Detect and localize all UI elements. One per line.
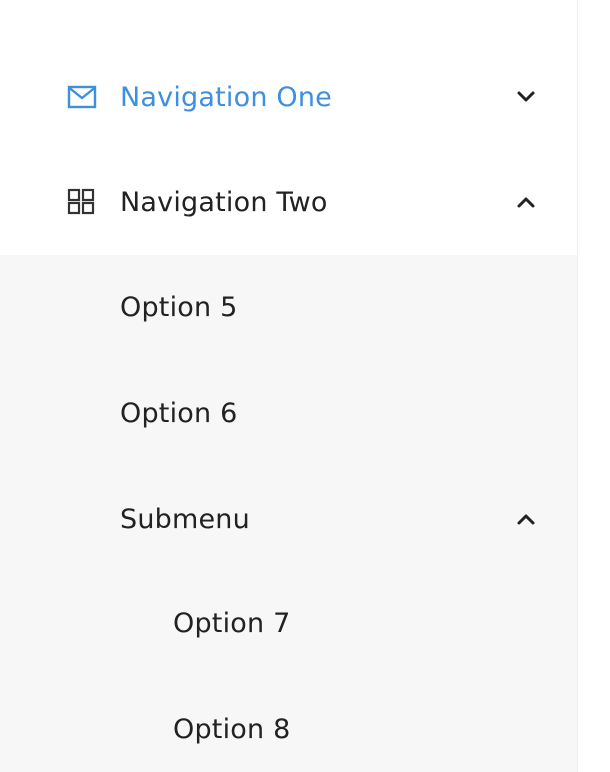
navigation-two-label: Navigation Two (120, 186, 328, 218)
option-5-label: Option 5 (120, 291, 238, 323)
option-6-label: Option 6 (120, 397, 238, 429)
appstore-icon (66, 186, 98, 218)
option-7-label: Option 7 (173, 607, 291, 639)
menu-item-option-6[interactable]: Option 6 (0, 373, 577, 453)
side-menu: Navigation One Navigation Two Option 5 O… (0, 0, 578, 772)
chevron-up-icon[interactable] (514, 507, 538, 531)
navigation-one-label: Navigation One (120, 81, 332, 113)
submenu-label: Submenu (120, 503, 250, 535)
mail-icon (66, 81, 98, 113)
chevron-down-icon[interactable] (514, 85, 538, 109)
menu-item-option-5[interactable]: Option 5 (0, 267, 577, 347)
menu-item-option-8[interactable]: Option 8 (0, 689, 577, 769)
menu-item-submenu[interactable]: Submenu (0, 479, 577, 559)
chevron-up-icon[interactable] (514, 190, 538, 214)
menu-item-navigation-one[interactable]: Navigation One (0, 57, 577, 137)
option-8-label: Option 8 (173, 713, 291, 745)
menu-item-navigation-two[interactable]: Navigation Two (0, 162, 577, 242)
menu-item-option-7[interactable]: Option 7 (0, 583, 577, 663)
